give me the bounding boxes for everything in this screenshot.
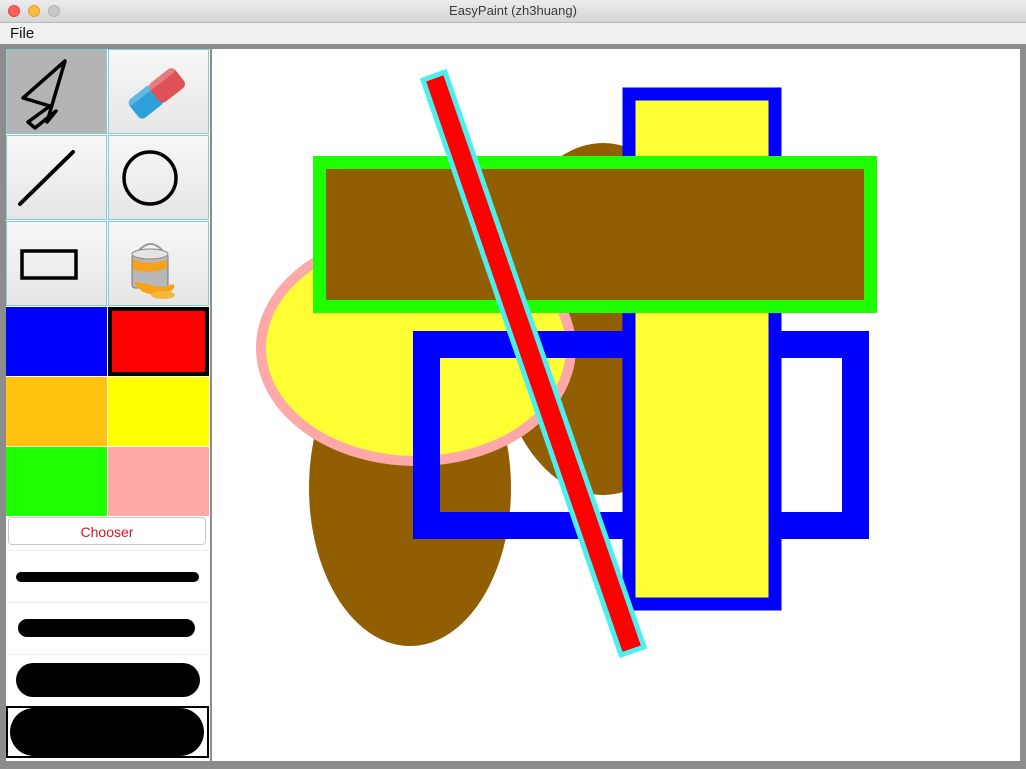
tool-sidebar: Chooser <box>6 49 210 761</box>
eraser-tool-button[interactable] <box>108 49 209 134</box>
line-icon <box>18 150 75 206</box>
stroke-width-1[interactable] <box>6 550 209 602</box>
line-tool-button[interactable] <box>6 135 107 220</box>
drawing-canvas[interactable] <box>212 49 1020 761</box>
brown-rectangle[interactable] <box>313 156 877 313</box>
cursor-arrow-icon <box>21 59 67 130</box>
color-chooser-button[interactable]: Chooser <box>8 517 206 545</box>
stroke-sample-2 <box>18 619 195 637</box>
color-swatch-blue[interactable] <box>6 307 107 376</box>
stroke-width-4[interactable] <box>6 706 209 758</box>
color-swatch-pink[interactable] <box>108 447 209 516</box>
menu-file[interactable]: File <box>10 23 34 44</box>
color-swatch-orange[interactable] <box>6 377 107 446</box>
canvas-drawing <box>256 68 877 659</box>
stroke-width-3[interactable] <box>6 654 209 706</box>
fill-tool-button[interactable] <box>108 221 209 306</box>
color-swatch-yellow[interactable] <box>108 377 209 446</box>
stroke-sample-4 <box>10 708 204 756</box>
window-title: EasyPaint (zh3huang) <box>449 3 577 18</box>
rectangle-tool-button[interactable] <box>6 221 107 306</box>
stroke-sample-3 <box>16 663 200 697</box>
color-swatch-red[interactable] <box>108 307 209 376</box>
select-tool-button[interactable] <box>6 49 107 134</box>
rectangle-icon <box>20 249 78 280</box>
title-bar: EasyPaint (zh3huang) <box>0 0 1026 23</box>
color-swatch-green[interactable] <box>6 447 107 516</box>
eraser-icon <box>127 67 186 119</box>
circle-icon <box>122 150 178 206</box>
paint-bucket-icon <box>131 243 175 299</box>
circle-tool-button[interactable] <box>108 135 209 220</box>
menu-bar: File <box>0 23 1026 44</box>
app-window: EasyPaint (zh3huang) File Chooser <box>0 0 1026 769</box>
stroke-width-2[interactable] <box>6 602 209 654</box>
stroke-sample-1 <box>16 572 199 582</box>
